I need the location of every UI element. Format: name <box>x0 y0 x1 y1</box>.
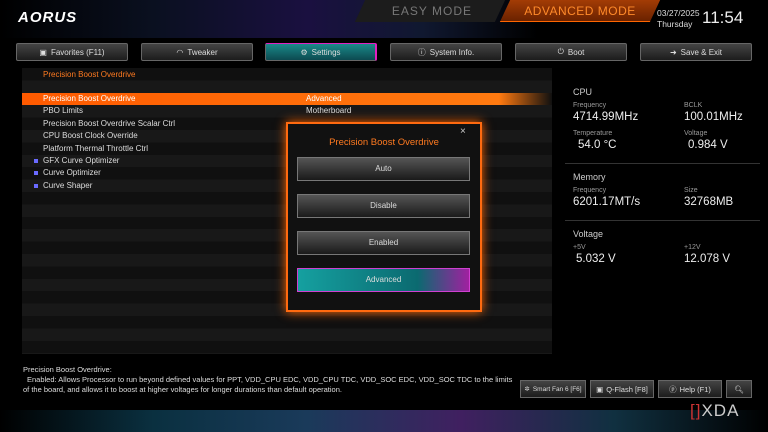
tab-favorites[interactable]: ▣ Favorites (F11) <box>16 43 128 61</box>
tab-label: Tweaker <box>187 47 218 57</box>
search-button[interactable]: 🔍︎ <box>726 380 752 398</box>
option-enabled[interactable]: Enabled <box>297 231 470 255</box>
option-disable[interactable]: Disable <box>297 194 470 218</box>
help-text: Precision Boost Overdrive: Enabled: Allo… <box>23 365 523 395</box>
tab-label: Boot <box>567 47 585 57</box>
voltage-5v: 5.032 V <box>576 253 616 265</box>
submenu-icon <box>34 159 38 163</box>
cpu-temperature: 54.0 °C <box>578 139 617 151</box>
fan-icon: ✲ <box>524 386 530 393</box>
smart-fan-button[interactable]: ✲ Smart Fan 6 [F6] <box>520 380 586 398</box>
setting-value: Advanced <box>306 94 342 103</box>
help-line: of the board, and allows it to boost at … <box>23 385 342 394</box>
button-label: Q-Flash [F8] <box>606 384 648 394</box>
label: Size <box>684 187 698 194</box>
setting-label: PBO Limits <box>43 106 84 116</box>
divider <box>565 220 760 221</box>
memory-frequency: 6201.17MT/s <box>573 196 641 208</box>
footer-banner <box>0 410 768 432</box>
help-title: Precision Boost Overdrive: <box>23 365 112 374</box>
label: +12V <box>684 244 701 251</box>
cpu-frequency: 4714.99MHz <box>573 111 639 123</box>
submenu-icon <box>34 171 38 176</box>
option-auto[interactable]: Auto <box>297 157 470 181</box>
setting-label: Platform Thermal Throttle Ctrl <box>43 143 149 153</box>
day: Thursday <box>657 19 693 29</box>
submenu-icon <box>34 183 38 188</box>
label: +5V <box>573 244 586 251</box>
gauge-icon: ◠ <box>176 47 184 57</box>
help-icon: ⓟ <box>669 384 677 394</box>
voltage-12v: 12.078 V <box>684 253 731 265</box>
divider <box>565 163 760 164</box>
watermark-text: XDA <box>701 401 740 420</box>
chip-icon: ▣ <box>596 384 604 394</box>
date-display: 03/27/2025 Thursday <box>657 8 700 30</box>
qflash-button[interactable]: ▣ Q-Flash [F8] <box>590 380 654 398</box>
help-button[interactable]: ⓟ Help (F1) <box>658 380 722 398</box>
setting-label: Precision Boost Overdrive Scalar Ctrl <box>43 118 176 128</box>
tab-label: Favorites (F11) <box>50 47 105 57</box>
label: Temperature <box>573 130 613 137</box>
memory-size: 32768MB <box>684 196 734 208</box>
tab-save-exit[interactable]: ➜ Save & Exit <box>640 43 752 61</box>
date: 03/27/2025 <box>657 8 700 18</box>
button-label: Help (F1) <box>679 384 711 394</box>
dialog-title: Precision Boost Overdrive <box>329 137 439 148</box>
search-icon: 🔍︎ <box>734 384 744 394</box>
tab-system-info[interactable]: ⓘ System Info. <box>390 43 502 61</box>
setting-label: CPU Boost Clock Override <box>43 131 138 141</box>
setting-row-pbo-limits[interactable]: PBO Limits Motherboard <box>22 105 552 117</box>
close-icon[interactable]: × <box>460 126 466 137</box>
breadcrumb: Precision Boost Overdrive <box>43 70 136 79</box>
setting-label: Precision Boost Overdrive <box>43 94 136 103</box>
voltage-heading: Voltage <box>573 229 604 239</box>
setting-label: GFX Curve Optimizer <box>43 156 120 165</box>
tab-label: Save & Exit <box>680 47 723 57</box>
help-line: Enabled: Allows Processor to run beyond … <box>27 375 513 384</box>
memory-heading: Memory <box>573 172 606 182</box>
power-icon: ⏻ <box>557 47 564 56</box>
option-advanced[interactable]: Advanced <box>297 268 470 292</box>
label: Frequency <box>573 187 607 194</box>
tab-tweaker[interactable]: ◠ Tweaker <box>141 43 253 61</box>
exit-icon: ➜ <box>669 47 677 57</box>
setting-label: Curve Shaper <box>43 180 93 190</box>
cpu-bclk: 100.01MHz <box>684 111 743 123</box>
button-label: Smart Fan 6 [F6] <box>532 385 582 393</box>
aorus-logo: AORUS <box>18 9 78 26</box>
clock: 11:54 <box>702 8 744 27</box>
tab-label: System Info. <box>429 47 475 57</box>
star-icon: ▣ <box>39 47 47 57</box>
xda-watermark: []XDA <box>690 401 740 420</box>
tab-settings[interactable]: ⚙ Settings <box>265 43 377 61</box>
setting-row-pbo[interactable]: Precision Boost Overdrive Advanced <box>22 93 552 106</box>
label: Frequency <box>573 102 607 109</box>
setting-value: Motherboard <box>306 106 352 116</box>
label: Voltage <box>684 130 708 137</box>
setting-label: Curve Optimizer <box>43 168 101 178</box>
advanced-mode-button[interactable]: ADVANCED MODE <box>515 4 645 18</box>
tab-label: Settings <box>311 47 341 57</box>
cpu-voltage: 0.984 V <box>688 139 728 151</box>
tab-boot[interactable]: ⏻ Boot <box>515 43 627 61</box>
easy-mode-button[interactable]: EASY MODE <box>372 4 492 18</box>
gear-icon: ⚙ <box>300 47 308 57</box>
cpu-heading: CPU <box>573 87 593 97</box>
label: BCLK <box>684 102 703 109</box>
info-icon: ⓘ <box>417 47 426 57</box>
